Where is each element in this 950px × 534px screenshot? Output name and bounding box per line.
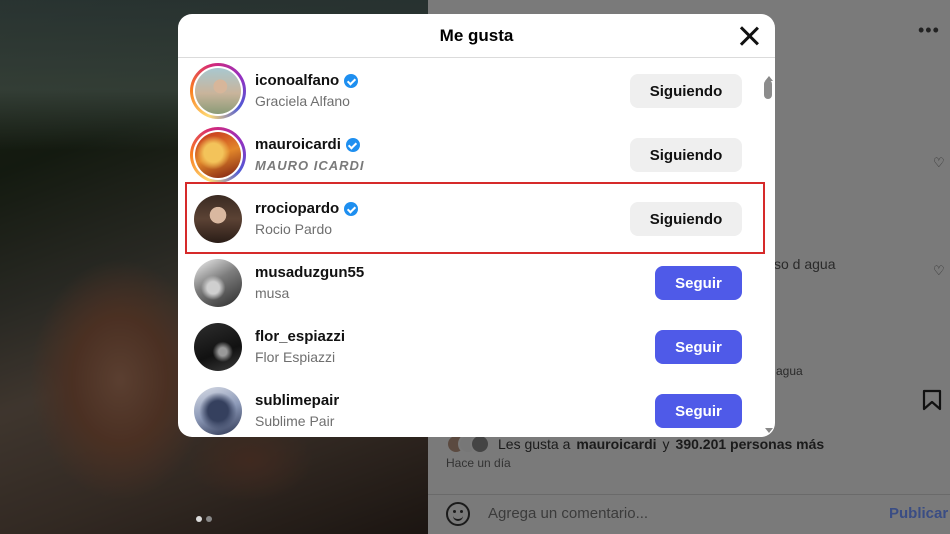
- post-timestamp: Hace un día: [446, 456, 511, 470]
- avatar[interactable]: [190, 127, 246, 183]
- list-item[interactable]: musaduzgun55 musa Seguir: [178, 251, 764, 315]
- avatar[interactable]: [190, 63, 246, 119]
- full-name: Rocio Pardo: [255, 221, 333, 237]
- comment-input[interactable]: Agrega un comentario...: [488, 505, 648, 522]
- scroll-down-icon[interactable]: [765, 428, 773, 433]
- list-item[interactable]: mauroicardi MAURO ICARDI Siguiendo: [178, 123, 764, 187]
- likes-summary[interactable]: Les gusta a mauroicardi y 390.201 person…: [446, 434, 824, 454]
- username[interactable]: iconoalfano: [255, 72, 339, 90]
- username[interactable]: rrociopardo: [255, 200, 339, 218]
- likes-connector: y: [662, 436, 670, 452]
- avatar[interactable]: [194, 195, 242, 243]
- list-item[interactable]: flor_espiazzi Flor Espiazzi Seguir: [178, 315, 764, 379]
- list-item[interactable]: rrociopardo Rocio Pardo Siguiendo: [178, 187, 764, 251]
- verified-badge-icon: [344, 202, 359, 216]
- heart-icon[interactable]: ♡: [933, 264, 945, 277]
- close-icon[interactable]: [737, 24, 761, 48]
- follow-button[interactable]: Seguir: [655, 330, 742, 364]
- username[interactable]: mauroicardi: [255, 136, 341, 154]
- following-button[interactable]: Siguiendo: [630, 138, 742, 172]
- bookmark-icon[interactable]: [922, 389, 942, 411]
- liker-avatars: [446, 434, 490, 454]
- scroll-thumb[interactable]: [764, 80, 772, 99]
- full-name: Sublime Pair: [255, 413, 335, 429]
- likes-user-link[interactable]: mauroicardi: [576, 436, 656, 452]
- likes-list[interactable]: iconoalfano Graciela Alfano Siguiendo ma…: [178, 59, 775, 437]
- modal-header: Me gusta: [178, 14, 775, 58]
- carousel-dots: [196, 516, 212, 522]
- scrollbar[interactable]: [763, 74, 774, 437]
- follow-button[interactable]: Seguir: [655, 266, 742, 300]
- avatar[interactable]: [194, 323, 242, 371]
- following-button[interactable]: Siguiendo: [630, 74, 742, 108]
- more-icon[interactable]: •••: [918, 20, 940, 41]
- likes-count-link[interactable]: 390.201 personas más: [676, 436, 825, 452]
- likes-modal: Me gusta iconoalfano Graciela Alfano Sig…: [178, 14, 775, 437]
- avatar[interactable]: [194, 387, 242, 435]
- verified-badge-icon: [344, 74, 359, 88]
- comment-snippet: so d agua: [774, 256, 836, 272]
- list-item[interactable]: sublimepair Sublime Pair Seguir: [178, 379, 764, 437]
- comment-snippet: agua: [776, 364, 803, 378]
- heart-icon[interactable]: ♡: [933, 156, 945, 169]
- emoji-icon[interactable]: [446, 502, 470, 526]
- modal-title: Me gusta: [439, 25, 514, 45]
- full-name: musa: [255, 285, 290, 301]
- full-name: Flor Espiazzi: [255, 349, 336, 365]
- verified-badge-icon: [345, 138, 360, 152]
- publish-button[interactable]: Publicar: [889, 505, 948, 522]
- username[interactable]: musaduzgun55: [255, 264, 364, 282]
- avatar[interactable]: [194, 259, 242, 307]
- username[interactable]: sublimepair: [255, 392, 339, 410]
- follow-button[interactable]: Seguir: [655, 394, 742, 428]
- following-button[interactable]: Siguiendo: [630, 202, 742, 236]
- full-name: MAURO ICARDI: [255, 158, 365, 173]
- full-name: Graciela Alfano: [255, 93, 350, 109]
- username[interactable]: flor_espiazzi: [255, 328, 345, 346]
- list-item[interactable]: iconoalfano Graciela Alfano Siguiendo: [178, 59, 764, 123]
- likes-prefix: Les gusta a: [498, 436, 571, 452]
